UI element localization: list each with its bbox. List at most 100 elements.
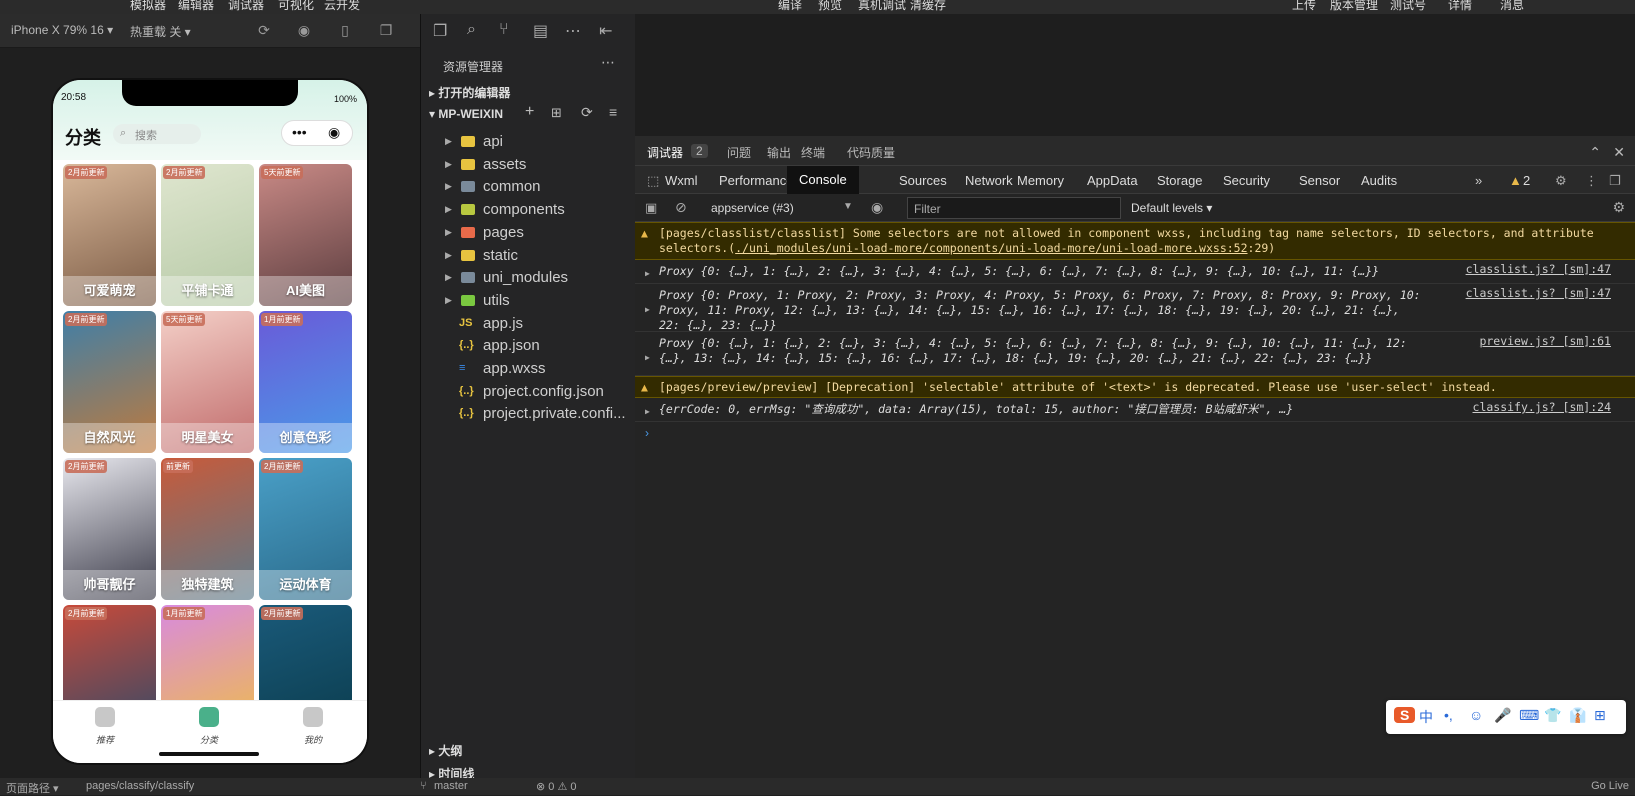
- menu-item[interactable]: 测试号: [1390, 0, 1426, 13]
- inspect-icon[interactable]: ⬚: [647, 173, 659, 189]
- menu-item[interactable]: 编译: [778, 0, 802, 13]
- folder-item[interactable]: ▶ uni_modules: [421, 266, 636, 289]
- settings-icon[interactable]: ⚙: [1612, 199, 1625, 216]
- menu-item[interactable]: 调试器: [228, 0, 264, 13]
- project-section[interactable]: ▾ MP-WEIXIN: [429, 107, 503, 121]
- close-icon[interactable]: ✕: [1613, 144, 1625, 161]
- file-item[interactable]: ≡ app.wxss: [421, 357, 636, 380]
- tab-storage[interactable]: Storage: [1157, 173, 1203, 188]
- category-card[interactable]: 5天前更新 AI美图: [259, 164, 352, 306]
- menu-item[interactable]: 详情: [1448, 0, 1472, 13]
- source-link[interactable]: classify.js? [sm]:24: [1473, 400, 1611, 415]
- close-circle-icon[interactable]: ◉: [328, 124, 340, 141]
- folder-item[interactable]: ▶ pages: [421, 221, 636, 244]
- tab-performance[interactable]: Performance: [719, 173, 793, 188]
- folder-item[interactable]: ▶ api: [421, 130, 636, 153]
- category-card[interactable]: 2月前更新 运动体育: [259, 458, 352, 600]
- ime-item[interactable]: S: [1394, 707, 1416, 723]
- category-card[interactable]: 1月前更新 创意色彩: [259, 311, 352, 453]
- tab-recommend[interactable]: 推荐: [53, 707, 157, 746]
- dock-icon[interactable]: ❐: [1609, 173, 1621, 189]
- collapse-up-icon[interactable]: ⌃: [1589, 144, 1601, 161]
- new-folder-icon[interactable]: ⊞: [551, 105, 562, 121]
- search-input[interactable]: ⌕ 搜索: [113, 124, 201, 144]
- menu-item[interactable]: 可视化: [278, 0, 314, 13]
- source-link[interactable]: classlist.js? [sm]:47: [1466, 286, 1611, 301]
- page-path[interactable]: pages/classify/classify: [86, 780, 194, 792]
- file-item[interactable]: {..} project.config.json: [421, 380, 636, 403]
- source-link[interactable]: classlist.js? [sm]:47: [1466, 262, 1611, 277]
- console-prompt[interactable]: ›: [645, 426, 649, 440]
- kebab-icon[interactable]: ⋮: [1585, 173, 1598, 189]
- new-file-icon[interactable]: +: [525, 103, 534, 121]
- sidebar-toggle-icon[interactable]: ▣: [645, 200, 657, 216]
- source-control-icon[interactable]: ⑂: [499, 21, 509, 39]
- problems-count[interactable]: ⊗ 0 ⚠ 0: [536, 780, 576, 793]
- tab-sources[interactable]: Sources: [899, 173, 947, 188]
- ime-item[interactable]: ☺: [1469, 707, 1483, 723]
- tab-network[interactable]: Network: [965, 173, 1013, 188]
- folder-item[interactable]: ▶ utils: [421, 289, 636, 312]
- gear-icon[interactable]: ⚙: [1555, 173, 1567, 189]
- stop-icon[interactable]: ◉: [296, 22, 312, 38]
- category-card[interactable]: 前更新 独特建筑: [161, 458, 254, 600]
- menu-item[interactable]: 清缓存: [910, 0, 946, 13]
- filter-input[interactable]: Filter: [907, 197, 1121, 219]
- expand-arrow-icon[interactable]: ▶: [645, 302, 650, 317]
- top-tab[interactable]: 调试器: [647, 144, 683, 161]
- device-select[interactable]: iPhone X 79% 16 ▾: [11, 23, 113, 37]
- tab-mine[interactable]: 我的: [261, 707, 365, 746]
- category-card[interactable]: 2月前更新 自然风光: [63, 311, 156, 453]
- menu-item[interactable]: 云开发: [324, 0, 360, 13]
- tab-audits[interactable]: Audits: [1361, 173, 1397, 188]
- file-item[interactable]: JS app.js: [421, 312, 636, 335]
- category-card[interactable]: 5天前更新 明星美女: [161, 311, 254, 453]
- go-live-button[interactable]: Go Live: [1591, 780, 1629, 792]
- expand-arrow-icon[interactable]: ▶: [645, 266, 650, 281]
- folder-item[interactable]: ▶ components: [421, 198, 636, 221]
- open-editors-section[interactable]: ▸ 打开的编辑器: [429, 84, 510, 101]
- folder-item[interactable]: ▶ assets: [421, 153, 636, 176]
- ime-item[interactable]: ⊞: [1594, 707, 1606, 724]
- source-link[interactable]: preview.js? [sm]:61: [1479, 334, 1611, 349]
- top-tab[interactable]: 终端: [801, 144, 825, 161]
- extensions-icon[interactable]: ▤: [533, 21, 548, 41]
- category-card[interactable]: 2月前更新 帅哥靓仔: [63, 458, 156, 600]
- menu-item[interactable]: 上传: [1292, 0, 1316, 13]
- tab-classify[interactable]: 分类: [157, 707, 261, 746]
- ime-item[interactable]: •,: [1444, 707, 1453, 723]
- mini-capsule[interactable]: ••• ◉: [281, 120, 353, 146]
- menu-item[interactable]: 真机调试: [858, 0, 906, 13]
- clear-console-icon[interactable]: ⊘: [675, 199, 687, 216]
- more-tabs-icon[interactable]: »: [1475, 173, 1482, 188]
- top-tab[interactable]: 问题: [727, 144, 751, 161]
- folder-item[interactable]: ▶ static: [421, 244, 636, 267]
- ime-item[interactable]: 🎤: [1494, 707, 1511, 724]
- tab-sensor[interactable]: Sensor: [1299, 173, 1340, 188]
- outline-section[interactable]: ▸ 大纲: [429, 742, 462, 759]
- more-icon[interactable]: ⋯: [565, 21, 581, 41]
- ime-item[interactable]: 中: [1419, 707, 1433, 727]
- panel-toggle-icon[interactable]: ⇤: [599, 21, 612, 41]
- eye-icon[interactable]: ◉: [871, 199, 883, 216]
- menu-item[interactable]: 编辑器: [178, 0, 214, 13]
- category-card[interactable]: 2月前更新 可爱萌宠: [63, 164, 156, 306]
- path-label[interactable]: 页面路径 ▾: [6, 780, 59, 796]
- tab-appdata[interactable]: AppData: [1087, 173, 1138, 188]
- menu-item[interactable]: 版本管理: [1330, 0, 1378, 13]
- file-item[interactable]: {..} app.json: [421, 334, 636, 357]
- menu-item[interactable]: 模拟器: [130, 0, 166, 13]
- top-tab[interactable]: 代码质量: [847, 144, 895, 161]
- ime-item[interactable]: 👕: [1544, 707, 1561, 724]
- menu-item[interactable]: 预览: [818, 0, 842, 13]
- tab-console[interactable]: Console: [787, 166, 859, 194]
- more-icon[interactable]: ⋯: [601, 54, 615, 71]
- tab-security[interactable]: Security: [1223, 173, 1270, 188]
- tab-wxml[interactable]: Wxml: [665, 173, 698, 188]
- folder-item[interactable]: ▶ common: [421, 175, 636, 198]
- window-icon[interactable]: ❐: [378, 22, 394, 38]
- expand-arrow-icon[interactable]: ▶: [645, 350, 650, 365]
- refresh-icon[interactable]: ⟳: [581, 104, 593, 121]
- source-link[interactable]: ./uni_modules/uni-load-more/components/u…: [735, 241, 1247, 255]
- category-card[interactable]: 2月前更新 平铺卡通: [161, 164, 254, 306]
